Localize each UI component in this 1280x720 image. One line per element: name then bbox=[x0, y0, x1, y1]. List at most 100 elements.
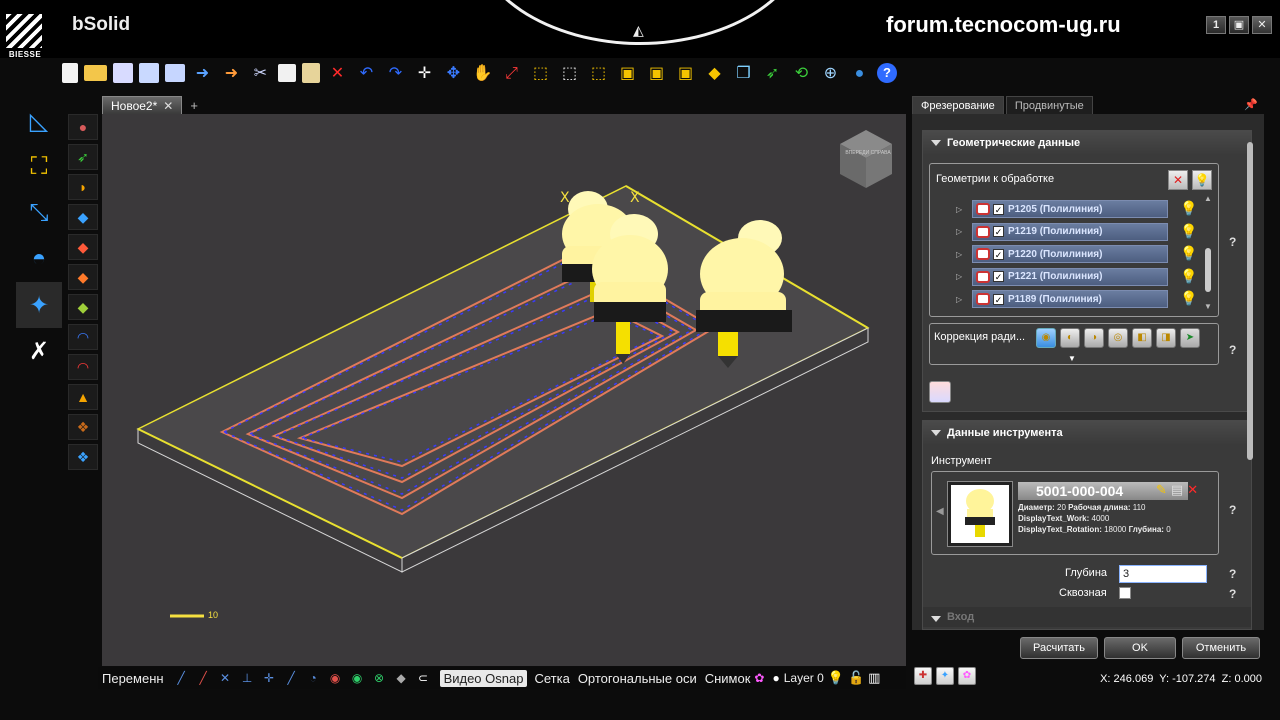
close-tab-icon[interactable]: ✕ bbox=[163, 99, 173, 113]
entry-section-header[interactable]: Вход bbox=[923, 607, 1251, 627]
snap-perp-icon[interactable]: ⊥ bbox=[238, 669, 257, 688]
tab-milling[interactable]: Фрезерование bbox=[912, 96, 1004, 114]
expand-icon[interactable]: ▷ bbox=[956, 250, 968, 259]
panel-option-1-icon[interactable]: ✚ bbox=[914, 667, 932, 685]
document-tab[interactable]: Новое2* ✕ bbox=[102, 96, 183, 114]
cancel-button[interactable]: Отменить bbox=[1182, 637, 1260, 659]
color-wheel-icon[interactable]: ✿ bbox=[754, 671, 764, 685]
edit-tool-icon[interactable]: ✎ bbox=[1156, 482, 1167, 498]
snap-intersect-icon[interactable]: ✕ bbox=[216, 669, 235, 688]
snap-magnet-icon[interactable]: ⊂ bbox=[414, 669, 433, 688]
panel-option-2-icon[interactable]: ✦ bbox=[936, 667, 954, 685]
scroll-thumb[interactable] bbox=[1205, 248, 1211, 292]
snap-tangent-icon[interactable]: ╱ bbox=[282, 669, 301, 688]
cut-icon[interactable]: ✂ bbox=[249, 62, 272, 85]
wrench-screwdriver-icon[interactable]: ✗ bbox=[16, 328, 62, 374]
list-item[interactable]: ▷ ✓ P1220 (Полилиния) 💡 bbox=[930, 243, 1198, 266]
sub-tool-7-icon[interactable]: ◆ bbox=[68, 294, 98, 320]
through-checkbox[interactable] bbox=[1119, 587, 1131, 599]
view-box-1-icon[interactable]: ⬚ bbox=[529, 62, 552, 85]
geometry-entry[interactable]: ✓ P1221 (Полилиния) bbox=[972, 267, 1168, 286]
expand-arrow-icon[interactable]: ▼ bbox=[1068, 354, 1076, 363]
sub-tool-8-icon[interactable]: ◠ bbox=[68, 324, 98, 350]
machining-tool-icon[interactable]: ✦ bbox=[16, 282, 62, 328]
geometry-section-header[interactable]: Геометрические данные bbox=[923, 131, 1251, 155]
variables-toggle[interactable]: Переменн bbox=[98, 671, 168, 686]
grid-toggle[interactable]: Сетка bbox=[530, 671, 573, 686]
through-help-icon[interactable]: ? bbox=[1229, 587, 1236, 601]
tool-thumbnail[interactable] bbox=[947, 481, 1013, 547]
correction-left-icon[interactable]: ◐ bbox=[1060, 328, 1080, 348]
globe-icon[interactable]: ● bbox=[848, 62, 871, 85]
redo-icon[interactable]: ↷ bbox=[384, 62, 407, 85]
snap-insert-icon[interactable]: ◆ bbox=[392, 669, 411, 688]
sub-tool-12-icon[interactable]: ❖ bbox=[68, 444, 98, 470]
view-box-2-icon[interactable]: ⬚ bbox=[558, 62, 581, 85]
list-item[interactable]: ▷ ✓ P1221 (Полилиния) 💡 bbox=[930, 266, 1198, 289]
minimize-button[interactable]: 1 bbox=[1206, 16, 1226, 34]
tool-help-icon[interactable]: ? bbox=[1229, 503, 1236, 517]
pin-icon[interactable]: 📌 bbox=[1244, 98, 1258, 111]
geometry-entry[interactable]: ✓ P1220 (Полилиния) bbox=[972, 245, 1168, 264]
geometry-help-icon[interactable]: ? bbox=[1229, 235, 1236, 249]
list-item[interactable]: ▷ ✓ P1205 (Полилиния) 💡 bbox=[930, 198, 1198, 221]
geometry-entry[interactable]: ✓ P1219 (Полилиния) bbox=[972, 222, 1168, 241]
sub-tool-6-icon[interactable]: ◆ bbox=[68, 264, 98, 290]
snap-mid-icon[interactable]: ╱ bbox=[194, 669, 213, 688]
sub-tool-2-icon[interactable]: ➶ bbox=[68, 144, 98, 170]
expand-icon[interactable]: ▷ bbox=[956, 205, 968, 214]
sub-tool-5-icon[interactable]: ◆ bbox=[68, 234, 98, 260]
open-folder-icon[interactable] bbox=[84, 65, 107, 81]
correction-right-icon[interactable]: ◑ bbox=[1084, 328, 1104, 348]
geometry-checkbox[interactable]: ✓ bbox=[993, 226, 1004, 238]
correction-inner-icon[interactable]: ◧ bbox=[1132, 328, 1152, 348]
sub-tool-1-icon[interactable]: ● bbox=[68, 114, 98, 140]
correction-outer-icon[interactable]: ◨ bbox=[1156, 328, 1176, 348]
measure-triangle-icon[interactable]: ◺ bbox=[16, 98, 62, 144]
save-icon[interactable] bbox=[113, 63, 133, 83]
geometry-extra-icon[interactable] bbox=[929, 381, 951, 403]
copy-icon[interactable] bbox=[278, 64, 296, 82]
save-as-icon[interactable] bbox=[139, 63, 159, 83]
protractor-icon[interactable]: ◓ bbox=[16, 236, 62, 282]
scroll-up-icon[interactable]: ▲ bbox=[1204, 194, 1212, 203]
sub-tool-3-icon[interactable]: ◗ bbox=[68, 174, 98, 200]
viewcube-label[interactable]: ВПЕРЕДИ СПРАВА bbox=[844, 150, 892, 156]
export-icon[interactable]: ➜ bbox=[220, 62, 243, 85]
snap-cross-icon[interactable]: ✛ bbox=[260, 669, 279, 688]
paste-icon[interactable] bbox=[302, 63, 320, 83]
import-icon[interactable]: ➜ bbox=[191, 62, 214, 85]
snap-end-icon[interactable]: ╱ bbox=[172, 669, 191, 688]
snap-center-icon[interactable]: ◉ bbox=[326, 669, 345, 688]
list-item[interactable]: ▷ ✓ P1219 (Полилиния) 💡 bbox=[930, 221, 1198, 244]
correction-center-icon[interactable]: ◎ bbox=[1108, 328, 1128, 348]
bulb-icon[interactable]: 💡 bbox=[1180, 245, 1197, 262]
expand-icon[interactable]: ▷ bbox=[956, 295, 968, 304]
properties-scrollbar[interactable] bbox=[1246, 132, 1254, 622]
3d-viewport[interactable]: X X 10 ВПЕРЕДИ СПРАВА bbox=[102, 114, 906, 666]
view-box-4-icon[interactable]: ▣ bbox=[616, 62, 639, 85]
bulb-icon[interactable]: 💡 bbox=[1180, 200, 1197, 217]
snap-target-icon[interactable]: ✛ bbox=[413, 62, 436, 85]
expand-icon[interactable]: ▷ bbox=[956, 272, 968, 281]
panel-option-3-icon[interactable]: ✿ bbox=[958, 667, 976, 685]
layer-selector[interactable]: Layer 0 bbox=[780, 671, 828, 685]
layer-lock-icon[interactable]: 🔓 bbox=[848, 670, 864, 686]
highlight-geometry-button[interactable]: 💡 bbox=[1192, 170, 1212, 190]
new-file-icon[interactable] bbox=[62, 63, 78, 83]
bulb-icon[interactable]: 💡 bbox=[1180, 223, 1197, 240]
snap-quadrant-icon[interactable]: ◔ bbox=[304, 669, 323, 688]
view-box-5-icon[interactable]: ▣ bbox=[645, 62, 668, 85]
sub-tool-10-icon[interactable]: ▲ bbox=[68, 384, 98, 410]
pan-icon[interactable]: ✋ bbox=[471, 62, 494, 85]
view-box-3-icon[interactable]: ⬚ bbox=[587, 62, 610, 85]
tool-prev-icon[interactable]: ◀ bbox=[936, 506, 944, 517]
video-osnap-toggle[interactable]: Видео Osnap bbox=[439, 669, 528, 687]
geometry-checkbox[interactable]: ✓ bbox=[993, 248, 1004, 260]
geometry-checkbox[interactable]: ✓ bbox=[993, 203, 1004, 215]
bulb-icon[interactable]: 💡 bbox=[1180, 290, 1197, 307]
calculate-button[interactable]: Расчитать bbox=[1020, 637, 1098, 659]
geometry-checkbox[interactable]: ✓ bbox=[993, 271, 1004, 283]
sub-tool-11-icon[interactable]: ❖ bbox=[68, 414, 98, 440]
correction-none-icon[interactable]: ◉ bbox=[1036, 328, 1056, 348]
